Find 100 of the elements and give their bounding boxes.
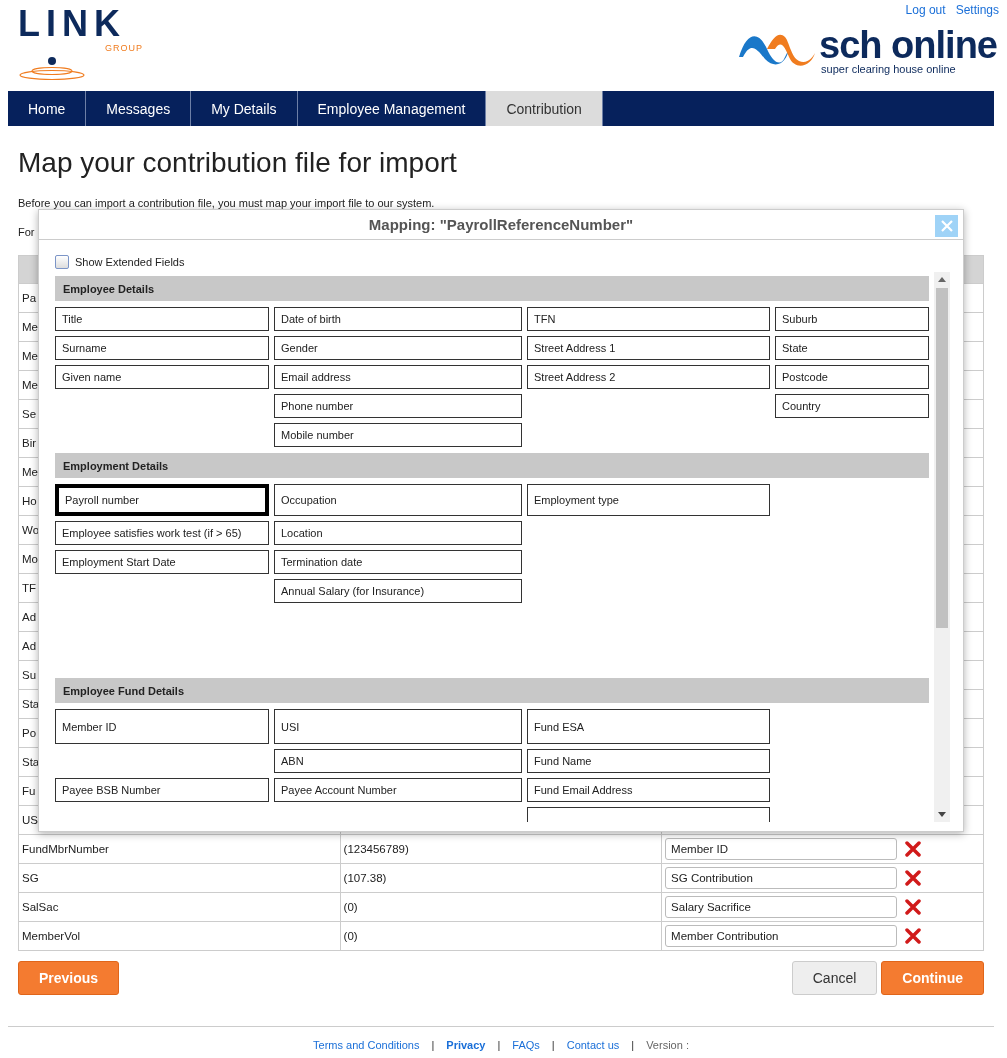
mapping-field[interactable]: USI [274, 709, 522, 744]
mapping-field[interactable]: Gender [274, 336, 522, 360]
footer-separator: | [631, 1039, 635, 1051]
mapping-field[interactable]: Country [775, 394, 929, 418]
table-cell: TF [22, 582, 37, 594]
table-cell: Mo [22, 553, 38, 565]
table-cell: Su [22, 669, 37, 681]
ripple-logo-icon [18, 56, 86, 82]
table-cell: SG [22, 872, 39, 884]
mapping-field[interactable]: State [775, 336, 929, 360]
nav-tab[interactable]: Home [8, 91, 87, 126]
header-link[interactable]: Log out [905, 3, 946, 17]
footer-separator: | [431, 1039, 435, 1051]
mapping-field[interactable]: TFN [527, 307, 770, 331]
mapping-field[interactable]: Phone number [274, 394, 522, 418]
mapping-field[interactable]: Annual Salary (for Insurance) [274, 579, 522, 603]
scroll-down-icon[interactable] [938, 812, 946, 817]
mapping-field[interactable]: Given name [55, 365, 269, 389]
table-cell: Fu [22, 785, 36, 797]
dialog-title: Mapping: "PayrollReferenceNumber" [368, 216, 634, 233]
mapping-field[interactable]: Employment type [527, 484, 770, 516]
mapping-field[interactable]: Termination date [274, 550, 522, 574]
table-cell: MemberVol [22, 930, 81, 942]
delete-icon[interactable] [905, 928, 922, 944]
table-cell: Me [22, 321, 38, 333]
mapping-field[interactable]: Mobile number [274, 423, 522, 447]
table-cell: Po [22, 727, 37, 739]
footer-link[interactable]: Privacy [446, 1039, 486, 1051]
table-cell: Se [22, 408, 37, 420]
table-cell: Me [22, 466, 38, 478]
table-cell: Me [22, 350, 38, 362]
table-cell: SalSac [22, 901, 59, 913]
section-header: Employee Details [55, 276, 929, 301]
mapping-field[interactable]: Surname [55, 336, 269, 360]
table-cell: Ad [22, 640, 37, 652]
table-cell: (0) [343, 901, 358, 913]
delete-icon[interactable] [905, 841, 922, 857]
table-cell: Ho [22, 495, 37, 507]
mapping-dropdown[interactable]: Member Contribution [665, 925, 898, 947]
table-cell: Ad [22, 611, 37, 623]
table-cell: Me [22, 379, 38, 391]
mapping-field[interactable]: Fund Email Address [527, 778, 770, 802]
table-cell: US [22, 814, 38, 826]
mapping-field[interactable]: Street Address 2 [527, 365, 770, 389]
mapping-dropdown[interactable]: Salary Sacrifice [665, 896, 898, 918]
table-cell: (0) [343, 930, 358, 942]
table-cell: Pa [22, 292, 37, 304]
mapping-field[interactable]: ABN [274, 749, 522, 773]
mapping-field[interactable]: Suburb [775, 307, 929, 331]
version-label: Version : [646, 1039, 689, 1051]
section-header: Employment Details [55, 453, 929, 478]
scrollbar[interactable] [934, 272, 950, 822]
intro-text: Before you can import a contribution file, you must map your import file to our system. [18, 197, 436, 209]
mapping-field[interactable]: Employee satisfies work test (if > 65) [55, 521, 269, 545]
table-cell: Bir [22, 437, 37, 449]
checkbox-label: Show Extended Fields [75, 256, 185, 268]
mapping-field[interactable]: Payee Account Number [274, 778, 522, 802]
mapping-field[interactable]: Fund ESA [527, 709, 770, 744]
mapping-field[interactable]: Fund Name [527, 749, 770, 773]
mapping-field[interactable]: Payee BSB Number [55, 778, 269, 802]
footer-link[interactable]: Terms and Conditions [313, 1039, 420, 1051]
mapping-field[interactable]: Street Address 1 [527, 336, 770, 360]
mapping-dropdown[interactable]: Member ID [665, 838, 898, 860]
brand-tagline: super clearing house online [821, 63, 957, 75]
mapping-dropdown[interactable]: SG Contribution [665, 867, 898, 889]
mapping-field[interactable]: Member ID [55, 709, 269, 744]
cancel-button[interactable]: Cancel [791, 961, 878, 995]
scrollbar-thumb[interactable] [936, 288, 948, 628]
mapping-field[interactable]: Employment Start Date [55, 550, 269, 574]
nav-tab[interactable]: Contribution [486, 91, 603, 126]
logo-subtitle: GROUP [105, 43, 143, 53]
footer-link[interactable]: Contact us [566, 1039, 620, 1051]
page-title: Map your contribution file for import [18, 147, 458, 179]
mapping-field[interactable]: Email address [274, 365, 522, 389]
mapping-field[interactable]: Payroll number [55, 484, 269, 516]
footer-separator: | [551, 1039, 555, 1051]
mapping-field[interactable]: Date of birth [274, 307, 522, 331]
table-cell: Sta [22, 756, 40, 768]
footer-separator: | [497, 1039, 501, 1051]
close-icon [940, 220, 953, 232]
table-cell: (107.38) [343, 872, 387, 884]
delete-icon[interactable] [905, 870, 922, 886]
nav-tab[interactable]: Messages [86, 91, 192, 126]
table-cell: (123456789) [343, 843, 409, 855]
logo-wordmark: LINK [18, 6, 126, 42]
scroll-up-icon[interactable] [938, 277, 946, 282]
section-header: Employee Fund Details [55, 678, 929, 703]
delete-icon[interactable] [905, 899, 922, 915]
mapping-field[interactable]: Occupation [274, 484, 522, 516]
nav-tab[interactable]: My Details [191, 91, 298, 126]
table-cell: Sta [22, 698, 40, 710]
checkbox[interactable] [55, 255, 69, 269]
table-cell: Wo [22, 524, 40, 536]
header-link[interactable]: Settings [955, 3, 999, 17]
mapping-field[interactable]: Postcode [775, 365, 929, 389]
table-cell: FundMbrNumber [22, 843, 109, 855]
mapping-field[interactable]: Location [274, 521, 522, 545]
brand-name: sch online [819, 27, 997, 63]
mapping-field[interactable]: Title [55, 307, 269, 331]
footer-link[interactable]: FAQs [512, 1039, 540, 1051]
